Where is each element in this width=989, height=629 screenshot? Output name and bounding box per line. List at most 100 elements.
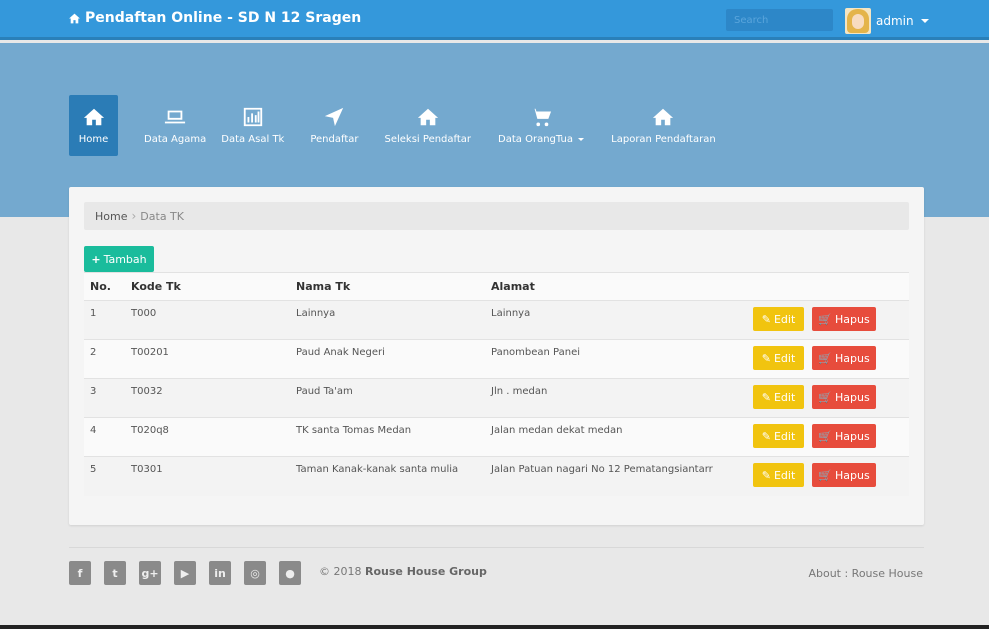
- nav-pendaftar[interactable]: Pendaftar: [294, 95, 374, 156]
- cart-icon: [531, 108, 552, 127]
- nav-laporan-pendaftaran[interactable]: Laporan Pendaftaran: [594, 95, 731, 156]
- cell-nama: Paud Ta'am: [290, 378, 485, 418]
- cell-no: 3: [84, 378, 125, 418]
- edit-icon: ✎: [761, 390, 771, 404]
- delete-button[interactable]: 🛒 Hapus: [812, 346, 876, 370]
- edit-button[interactable]: ✎ Edit: [753, 424, 804, 448]
- cell-nama: Lainnya: [290, 300, 485, 340]
- add-button[interactable]: + Tambah: [84, 246, 154, 272]
- cart-icon: 🛒: [818, 351, 832, 365]
- column-header: No.: [84, 272, 125, 301]
- add-button-label: Tambah: [103, 252, 147, 266]
- edit-label: Edit: [773, 429, 796, 443]
- cart-icon: 🛒: [818, 468, 832, 482]
- copyright-name[interactable]: Rouse House Group: [365, 565, 487, 578]
- edit-icon: ✎: [761, 429, 771, 443]
- edit-icon: ✎: [761, 312, 771, 326]
- delete-button[interactable]: 🛒 Hapus: [812, 385, 876, 409]
- location-arrow-icon: [325, 107, 344, 127]
- nav-data-orangtua[interactable]: Data OrangTua: [487, 95, 594, 156]
- caret-down-icon: [920, 19, 929, 23]
- bottom-edge: [0, 625, 989, 629]
- nav-data-agama[interactable]: Data Agama: [134, 95, 211, 156]
- cell-actions: ✎ Edit 🛒 Hapus: [747, 339, 909, 379]
- cell-actions: ✎ Edit 🛒 Hapus: [747, 300, 909, 340]
- edit-button[interactable]: ✎ Edit: [753, 385, 804, 409]
- edit-button[interactable]: ✎ Edit: [753, 307, 804, 331]
- cell-no: 5: [84, 456, 125, 496]
- home-icon: [69, 13, 80, 23]
- edit-icon: ✎: [761, 351, 771, 365]
- laptop-icon: [165, 110, 186, 124]
- cell-no: 1: [84, 300, 125, 340]
- home-icon: [417, 108, 438, 126]
- bar-chart-icon: [243, 107, 262, 127]
- cell-nama: Paud Anak Negeri: [290, 339, 485, 379]
- table-row: 3 T0032 Paud Ta'am Jln . medan ✎ Edit 🛒 Ha…: [84, 378, 909, 418]
- copyright: © 2018 Rouse House Group: [319, 565, 487, 578]
- delete-label: Hapus: [835, 312, 870, 326]
- edit-label: Edit: [773, 390, 796, 404]
- cell-actions: ✎ Edit 🛒 Hapus: [747, 456, 909, 496]
- breadcrumb-home[interactable]: Home: [95, 210, 127, 223]
- cell-alamat: Jalan medan dekat medan: [485, 417, 747, 457]
- edit-button[interactable]: ✎ Edit: [753, 346, 804, 370]
- nav-home[interactable]: Home: [69, 95, 118, 156]
- nav-label: Pendaftar: [310, 134, 359, 145]
- delete-label: Hapus: [835, 429, 870, 443]
- instagram-icon[interactable]: ◎: [244, 561, 266, 585]
- github-icon[interactable]: ●: [279, 561, 301, 585]
- breadcrumb: Home › Data TK: [84, 202, 909, 230]
- cell-alamat: Panombean Panei: [485, 339, 747, 379]
- home-icon: [653, 108, 674, 126]
- twitter-icon[interactable]: t: [104, 561, 126, 585]
- delete-button[interactable]: 🛒 Hapus: [812, 463, 876, 487]
- nav-label: Data OrangTua: [498, 134, 585, 145]
- caret-down-icon: [578, 137, 585, 141]
- table-row: 1 T000 Lainnya Lainnya ✎ Edit 🛒 Hapus: [84, 300, 909, 340]
- column-header: Nama Tk: [290, 272, 485, 301]
- footer-divider: [69, 547, 924, 548]
- column-header-actions: [747, 272, 909, 301]
- nav-label: Home: [78, 134, 109, 145]
- breadcrumb-current: Data TK: [140, 209, 184, 223]
- facebook-icon[interactable]: f: [69, 561, 91, 585]
- linkedin-icon[interactable]: in: [209, 561, 231, 585]
- edit-button[interactable]: ✎ Edit: [753, 463, 804, 487]
- delete-label: Hapus: [835, 351, 870, 365]
- edit-label: Edit: [773, 468, 796, 482]
- delete-button[interactable]: 🛒 Hapus: [812, 307, 876, 331]
- social-links: f t g+ ▶ in ◎ ●: [69, 561, 301, 585]
- delete-label: Hapus: [835, 468, 870, 482]
- column-header: Kode Tk: [125, 272, 290, 301]
- edit-label: Edit: [773, 312, 796, 326]
- nav-data-asal-tk[interactable]: Data Asal Tk: [211, 95, 294, 156]
- edit-icon: ✎: [761, 468, 771, 482]
- cell-alamat: Jln . medan: [485, 378, 747, 418]
- cell-kode: T0301: [125, 456, 290, 496]
- table-row: 4 T020q8 TK santa Tomas Medan Jalan meda…: [84, 417, 909, 457]
- user-name: admin: [876, 14, 914, 28]
- user-menu[interactable]: admin: [845, 8, 929, 34]
- cell-no: 4: [84, 417, 125, 457]
- google-plus-icon[interactable]: g+: [139, 561, 161, 585]
- youtube-icon[interactable]: ▶: [174, 561, 196, 585]
- search-input[interactable]: [726, 9, 833, 31]
- about-link[interactable]: About : Rouse House: [808, 567, 923, 580]
- cart-icon: 🛒: [818, 312, 832, 326]
- content-panel: Home › Data TK + Tambah No. Kode Tk Nama…: [69, 187, 924, 525]
- brand[interactable]: Pendaftan Online - SD N 12 Sragen: [68, 10, 361, 26]
- delete-button[interactable]: 🛒 Hapus: [812, 424, 876, 448]
- plus-icon: +: [91, 252, 101, 266]
- cell-actions: ✎ Edit 🛒 Hapus: [747, 378, 909, 418]
- cart-icon: 🛒: [818, 390, 832, 404]
- top-navbar: Pendaftan Online - SD N 12 Sragen admin: [0, 0, 989, 40]
- cell-nama: TK santa Tomas Medan: [290, 417, 485, 457]
- copyright-prefix: © 2018: [319, 565, 362, 578]
- cell-actions: ✎ Edit 🛒 Hapus: [747, 417, 909, 457]
- nav-seleksi-pendaftar[interactable]: Seleksi Pendaftar: [375, 95, 488, 156]
- table-row: 5 T0301 Taman Kanak-kanak santa mulia Ja…: [84, 456, 909, 496]
- cell-no: 2: [84, 339, 125, 379]
- cell-kode: T0032: [125, 378, 290, 418]
- chevron-right-icon: ›: [131, 209, 137, 223]
